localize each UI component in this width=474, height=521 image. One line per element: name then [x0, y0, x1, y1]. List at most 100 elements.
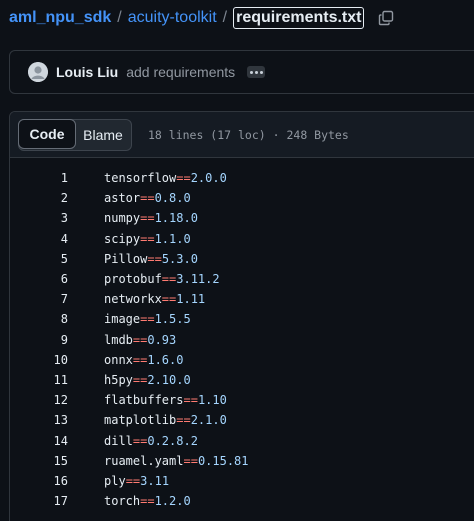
line-content: h5py==2.10.0: [104, 373, 191, 387]
version-operator: ==: [132, 372, 148, 387]
version-number: 1.1.0: [154, 231, 191, 246]
line-content: onnx==1.6.0: [104, 353, 183, 367]
line-number[interactable]: 9: [10, 333, 68, 347]
line-number[interactable]: 5: [10, 252, 68, 266]
line-number[interactable]: 1: [10, 171, 68, 185]
version-number: 0.93: [147, 332, 177, 347]
code-line: 13 matplotlib==2.1.0: [10, 410, 474, 430]
code-line: 16 ply==3.11: [10, 471, 474, 491]
breadcrumb: aml_npu_sdk / acuity-toolkit / requireme…: [9, 7, 396, 29]
line-number[interactable]: 8: [10, 312, 68, 326]
package-name: flatbuffers: [104, 393, 184, 408]
package-name: Pillow: [104, 251, 148, 266]
line-number[interactable]: 13: [10, 413, 68, 427]
line-content: tensorflow==2.0.0: [104, 171, 227, 185]
code-line: 3 numpy==1.18.0: [10, 208, 474, 228]
version-operator: ==: [176, 413, 191, 428]
file-viewer: Code Blame 18 lines (17 loc) · 248 Bytes…: [9, 111, 474, 521]
line-content: ruamel.yaml==0.15.81: [104, 454, 249, 468]
line-content: astor==0.8.0: [104, 191, 191, 205]
copy-path-button[interactable]: [376, 8, 396, 28]
version-operator: ==: [140, 231, 155, 246]
line-content: lmdb==0.93: [104, 333, 176, 347]
version-operator: ==: [176, 171, 191, 186]
code-line: 9 lmdb==0.93: [10, 330, 474, 350]
line-content: scipy==1.1.0: [104, 232, 191, 246]
file-view-page: aml_npu_sdk / acuity-toolkit / requireme…: [0, 0, 474, 521]
version-number: 3.11: [140, 473, 170, 488]
line-number[interactable]: 16: [10, 474, 68, 488]
file-header: Code Blame 18 lines (17 loc) · 248 Bytes: [10, 112, 474, 158]
ellipsis-icon: [259, 70, 263, 74]
package-name: ruamel.yaml: [104, 453, 184, 468]
breadcrumb-repo-link[interactable]: aml_npu_sdk: [9, 9, 111, 27]
line-content: ply==3.11: [104, 474, 169, 488]
package-name: image: [104, 312, 141, 327]
line-number[interactable]: 2: [10, 191, 68, 205]
version-operator: ==: [132, 433, 148, 448]
tab-code[interactable]: Code: [18, 118, 76, 149]
version-operator: ==: [140, 312, 155, 327]
version-number: 2.1.0: [190, 413, 227, 428]
line-number[interactable]: 17: [10, 494, 68, 508]
version-operator: ==: [132, 332, 148, 347]
line-number[interactable]: 10: [10, 353, 68, 367]
line-content: image==1.5.5: [104, 312, 191, 326]
version-number: 5.3.0: [161, 251, 198, 266]
commit-details-button[interactable]: [247, 66, 266, 78]
version-number: 1.2.0: [154, 494, 191, 509]
tab-blame[interactable]: Blame: [75, 120, 131, 150]
code-line: 4 scipy==1.1.0: [10, 229, 474, 249]
code-line: 12 flatbuffers==1.10: [10, 390, 474, 410]
version-number: 1.18.0: [154, 211, 198, 226]
version-number: 1.6.0: [147, 352, 184, 367]
package-name: h5py: [104, 372, 133, 387]
package-name: tensorflow: [104, 171, 177, 186]
version-number: 2.10.0: [147, 372, 191, 387]
version-operator: ==: [125, 473, 141, 488]
version-number: 1.5.5: [154, 312, 191, 327]
code-line: 2 astor==0.8.0: [10, 188, 474, 208]
line-number[interactable]: 15: [10, 454, 68, 468]
version-number: 1.11: [176, 292, 206, 307]
user-avatar-icon: [28, 62, 48, 82]
line-number[interactable]: 3: [10, 211, 68, 225]
code-line: 10 onnx==1.6.0: [10, 350, 474, 370]
package-name: numpy: [104, 211, 141, 226]
version-operator: ==: [132, 352, 148, 367]
avatar[interactable]: [28, 62, 48, 82]
latest-commit-box: Louis Liu add requirements: [9, 50, 474, 94]
code-line: 5 Pillow==5.3.0: [10, 249, 474, 269]
version-operator: ==: [147, 251, 162, 266]
line-content: dill==0.2.8.2: [104, 434, 198, 448]
line-number[interactable]: 14: [10, 434, 68, 448]
line-content: Pillow==5.3.0: [104, 252, 198, 266]
version-operator: ==: [183, 393, 198, 408]
commit-message-link[interactable]: add requirements: [126, 64, 235, 80]
line-number[interactable]: 12: [10, 393, 68, 407]
line-number[interactable]: 6: [10, 272, 68, 286]
breadcrumb-current-file: requirements.txt: [233, 7, 365, 29]
code-listing[interactable]: 1 tensorflow==2.0.0 2 astor==0.8.0 3 numpy==1…: [10, 158, 474, 511]
line-number[interactable]: 11: [10, 373, 68, 387]
line-content: protobuf==3.11.2: [104, 272, 220, 286]
version-operator: ==: [140, 211, 155, 226]
version-number: 0.2.8.2: [147, 433, 198, 448]
view-toggle: Code Blame: [18, 118, 132, 151]
line-content: numpy==1.18.0: [104, 211, 198, 225]
line-number[interactable]: 4: [10, 232, 68, 246]
package-name: lmdb: [104, 332, 133, 347]
code-line: 1 tensorflow==2.0.0: [10, 168, 474, 188]
code-line: 14 dill==0.2.8.2: [10, 430, 474, 450]
line-number[interactable]: 7: [10, 292, 68, 306]
code-line: 15 ruamel.yaml==0.15.81: [10, 451, 474, 471]
breadcrumb-separator: /: [117, 9, 122, 26]
line-content: flatbuffers==1.10: [104, 393, 227, 407]
breadcrumb-folder-link[interactable]: acuity-toolkit: [128, 9, 217, 27]
package-name: protobuf: [104, 272, 162, 287]
commit-author-link[interactable]: Louis Liu: [56, 64, 118, 80]
version-number: 1.10: [197, 393, 227, 408]
version-number: 2.0.0: [190, 171, 227, 186]
package-name: scipy: [104, 231, 141, 246]
file-stats: 18 lines (17 loc) · 248 Bytes: [148, 127, 349, 142]
